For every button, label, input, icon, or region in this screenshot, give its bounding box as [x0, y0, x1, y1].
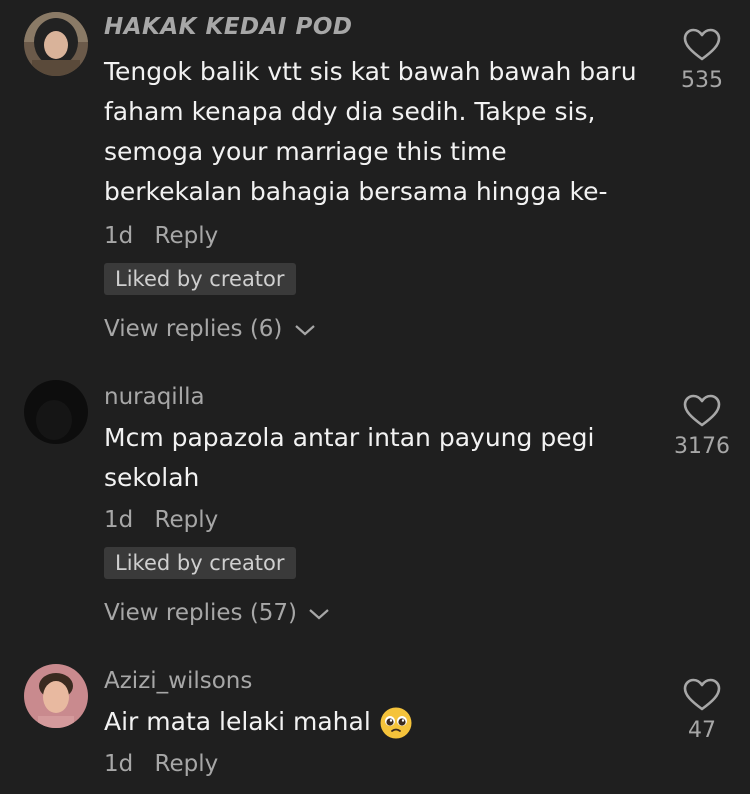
avatar[interactable]	[24, 664, 88, 728]
like-button[interactable]: 3176	[672, 394, 732, 459]
comment-text: Tengok balik vtt sis kat bawah bawah bar…	[104, 57, 637, 206]
view-replies-button[interactable]: View replies (6)	[104, 316, 316, 342]
comment-time: 1d	[104, 751, 134, 777]
comment-meta: 1d Reply	[104, 223, 218, 249]
comment-meta: 1d Reply	[104, 751, 218, 777]
pleading-face-emoji-icon	[380, 707, 412, 739]
comment-username[interactable]: Azizi_wilsons	[104, 668, 252, 694]
heart-icon	[683, 28, 721, 61]
comment-username[interactable]: nuraqilla	[104, 384, 205, 410]
avatar-image	[24, 12, 88, 76]
view-replies-button[interactable]: View replies (57)	[104, 600, 330, 626]
heart-icon	[683, 678, 721, 711]
comment-time: 1d	[104, 223, 134, 249]
like-button[interactable]: 535	[672, 28, 732, 93]
reply-button[interactable]: Reply	[155, 751, 219, 777]
avatar-image	[24, 380, 88, 444]
comment-meta: 1d Reply	[104, 507, 218, 533]
like-count: 47	[688, 718, 716, 743]
comment-text: Air mata lelaki mahal	[104, 702, 644, 742]
heart-icon	[683, 394, 721, 427]
chevron-down-icon	[309, 608, 330, 619]
view-replies-label: View replies (6)	[104, 316, 283, 342]
reply-button[interactable]: Reply	[155, 507, 219, 533]
comment-time: 1d	[104, 507, 134, 533]
comment-text: Mcm papazola antar intan payung pegi sek…	[104, 423, 595, 492]
liked-by-creator-badge: Liked by creator	[104, 263, 296, 295]
like-count: 535	[681, 68, 723, 93]
avatar[interactable]	[24, 12, 88, 76]
like-count: 3176	[674, 434, 730, 459]
comment-text-content: Air mata lelaki mahal	[104, 707, 371, 736]
avatar[interactable]	[24, 380, 88, 444]
view-replies-label: View replies (57)	[104, 600, 298, 626]
comment-username[interactable]: HAKAK KEDAI POD	[104, 14, 353, 40]
chevron-down-icon	[294, 324, 315, 335]
reply-button[interactable]: Reply	[155, 223, 219, 249]
like-button[interactable]: 47	[672, 678, 732, 743]
liked-by-creator-badge: Liked by creator	[104, 547, 296, 579]
avatar-image	[24, 664, 88, 728]
